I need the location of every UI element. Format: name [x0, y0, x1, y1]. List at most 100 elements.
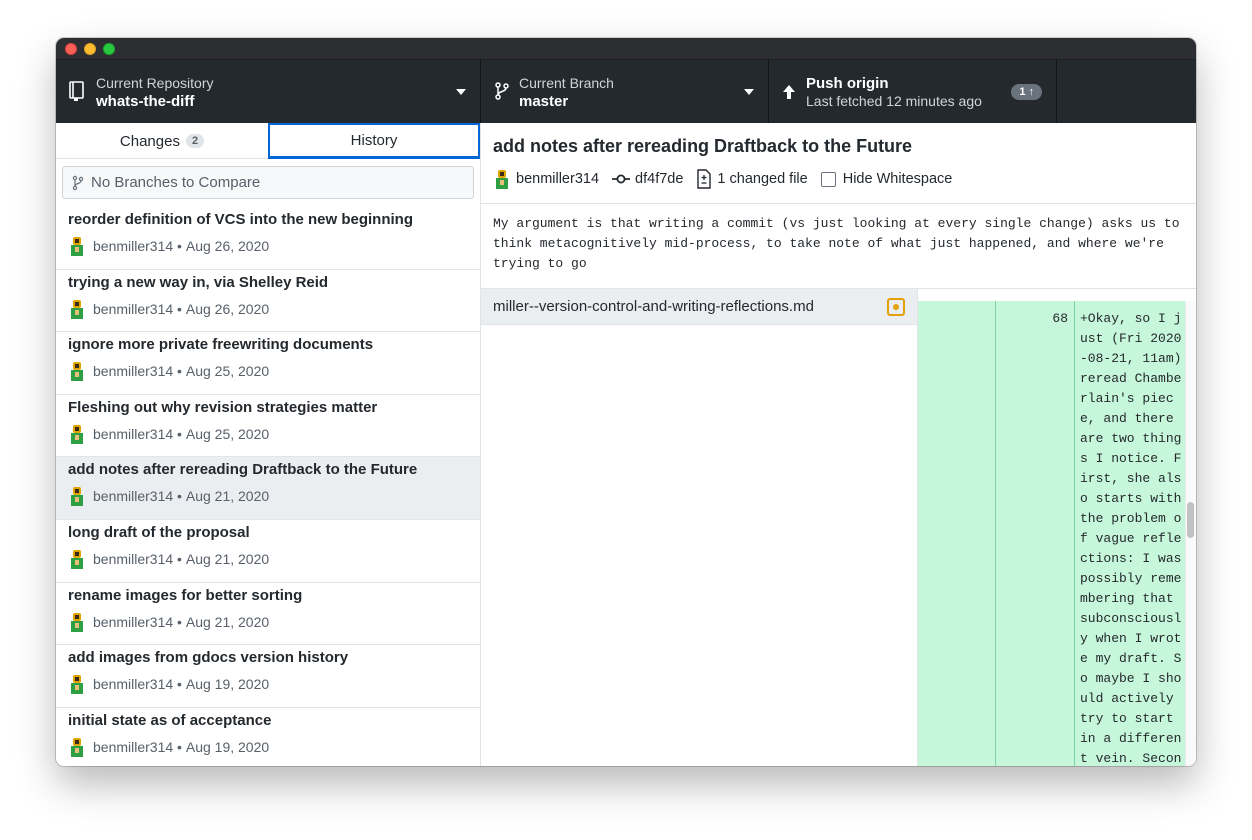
minimize-window-button[interactable]: [84, 43, 96, 55]
commit-author-info: benmiller314: [493, 169, 599, 189]
push-origin-button[interactable]: Push origin Last fetched 12 minutes ago …: [769, 60, 1057, 123]
zoom-window-button[interactable]: [103, 43, 115, 55]
commit-meta: benmiller314 • Aug 19, 2020: [68, 737, 269, 757]
commit-sha[interactable]: df4f7de: [612, 171, 683, 187]
changed-files-list: miller--version-control-and-writing-refl…: [481, 289, 918, 766]
title-bar: [56, 38, 1196, 60]
changed-files-text: 1 changed file: [717, 171, 808, 187]
repository-label: Current Repository: [96, 75, 214, 91]
modified-file-icon: [887, 297, 905, 316]
commit-author: benmiller314: [93, 613, 174, 630]
changes-count-badge: 2: [185, 134, 205, 148]
commit-author: benmiller314: [93, 238, 174, 254]
commit-item[interactable]: long draft of the proposal benmiller314 …: [56, 520, 480, 583]
avatar: [71, 237, 83, 256]
scrollbar-thumb[interactable]: [1187, 502, 1194, 538]
chevron-down-icon: [744, 89, 754, 95]
tab-history[interactable]: History: [268, 123, 480, 159]
commit-summary: Fleshing out why revision strategies mat…: [68, 398, 378, 416]
app-window: Current Repository whats-the-diff Curren…: [56, 38, 1196, 766]
avatar: [71, 362, 83, 382]
commit-author: benmiller314: [93, 363, 174, 380]
commit-meta: benmiller314 • Aug 21, 2020: [68, 549, 269, 569]
commit-description: My argument is that writing a commit (vs…: [481, 203, 1196, 289]
commit-item[interactable]: trying a new way in, via Shelley Reid be…: [56, 270, 480, 333]
branch-name: master: [519, 93, 569, 110]
avatar: [71, 612, 83, 632]
arrow-up-icon: [783, 85, 795, 99]
hide-whitespace-checkbox[interactable]: [820, 171, 836, 187]
commit-date: Aug 26, 2020: [185, 300, 270, 317]
avatar: [71, 487, 83, 507]
commit-summary: add notes after rereading Draftback to t…: [68, 461, 418, 479]
commit-detail-author: benmiller314: [516, 171, 600, 187]
tab-history-label: History: [350, 132, 398, 149]
commit-meta: benmiller314 • Aug 25, 2020: [68, 361, 269, 382]
commit-date: Aug 21, 2020: [185, 488, 270, 505]
push-title: Push origin: [806, 75, 889, 92]
toolbar: Current Repository whats-the-diff Curren…: [56, 60, 1196, 123]
avatar: [496, 170, 508, 189]
sidebar-tabs: Changes 2 History: [56, 123, 480, 159]
commit-item[interactable]: Fleshing out why revision strategies mat…: [56, 395, 480, 458]
compare-placeholder: No Branches to Compare: [91, 174, 261, 191]
current-repository-button[interactable]: Current Repository whats-the-diff: [56, 60, 481, 123]
avatar: [71, 675, 83, 695]
hide-whitespace-label: Hide Whitespace: [842, 171, 953, 187]
commit-author: benmiller314: [93, 488, 174, 505]
commit-meta: benmiller314 • Aug 19, 2020: [68, 674, 269, 695]
avatar: [71, 737, 83, 757]
commit-item[interactable]: add images from gdocs version history be…: [56, 645, 480, 708]
old-line-gutter: [918, 301, 996, 766]
current-branch-button[interactable]: Current Branch master: [481, 60, 769, 123]
commit-list: reorder definition of VCS into the new b…: [56, 207, 480, 766]
diff-view: 68 +Okay, so I j ust (Fri 2020 -08-21, 1…: [918, 301, 1196, 766]
tab-changes[interactable]: Changes 2: [56, 123, 268, 159]
commit-date: Aug 25, 2020: [185, 425, 270, 442]
hide-whitespace-toggle[interactable]: Hide Whitespace: [820, 171, 953, 187]
tab-changes-label: Changes: [119, 132, 180, 150]
commit-item[interactable]: rename images for better sorting benmill…: [56, 583, 480, 646]
commit-summary: add images from gdocs version history: [68, 649, 349, 667]
branch-icon: [72, 175, 84, 190]
commit-author: benmiller314: [93, 425, 174, 442]
close-window-button[interactable]: [65, 43, 77, 55]
diff-line-number: 68: [1052, 311, 1068, 326]
commit-date: Aug 26, 2020: [185, 238, 270, 254]
commit-author: benmiller314: [93, 738, 174, 755]
file-name: miller--version-control-and-writing-refl…: [493, 298, 814, 315]
commit-item[interactable]: initial state as of acceptance benmiller…: [56, 708, 480, 766]
commit-item[interactable]: ignore more private freewriting document…: [56, 332, 480, 395]
branch-compare-input[interactable]: No Branches to Compare: [62, 166, 474, 199]
commit-detail-meta: benmiller314 df4f7de 1 changed file Hide…: [493, 169, 965, 189]
commit-summary: reorder definition of VCS into the new b…: [68, 211, 413, 228]
commit-meta: benmiller314 • Aug 25, 2020: [68, 424, 269, 444]
chevron-down-icon: [456, 89, 466, 95]
branch-label: Current Branch: [519, 75, 614, 91]
git-commit-icon: [612, 174, 631, 184]
commit-summary: trying a new way in, via Shelley Reid: [68, 273, 329, 291]
push-count-badge: 1 ↑: [1011, 84, 1042, 100]
commit-summary: rename images for better sorting: [68, 586, 303, 604]
commit-meta: benmiller314 • Aug 26, 2020: [68, 299, 269, 319]
commit-author: benmiller314: [93, 300, 174, 317]
file-diff-icon: [697, 169, 712, 189]
diff-added-line[interactable]: +Okay, so I j ust (Fri 2020 -08-21, 11am…: [1075, 301, 1185, 766]
commit-summary: ignore more private freewriting document…: [68, 336, 374, 354]
commit-item-selected[interactable]: add notes after rereading Draftback to t…: [56, 457, 480, 520]
repo-icon: [69, 81, 84, 101]
avatar: [71, 549, 83, 569]
last-fetched-text: Last fetched 12 minutes ago: [806, 93, 982, 109]
commit-meta: benmiller314 • Aug 21, 2020: [68, 486, 270, 507]
commit-summary: initial state as of acceptance: [68, 711, 272, 729]
avatar: [71, 299, 83, 319]
commit-meta: benmiller314 • Aug 21, 2020: [68, 612, 269, 632]
sidebar: Changes 2 History No Branches to Compare…: [56, 123, 481, 766]
diff-scrollbar[interactable]: [1185, 301, 1196, 766]
commit-author: benmiller314: [93, 676, 174, 693]
commit-date: Aug 19, 2020: [185, 738, 270, 755]
commit-item[interactable]: reorder definition of VCS into the new b…: [56, 207, 480, 270]
commit-detail-pane: add notes after rereading Draftback to t…: [481, 123, 1196, 766]
commit-date: Aug 21, 2020: [185, 613, 270, 630]
file-list-item[interactable]: miller--version-control-and-writing-refl…: [481, 289, 917, 325]
